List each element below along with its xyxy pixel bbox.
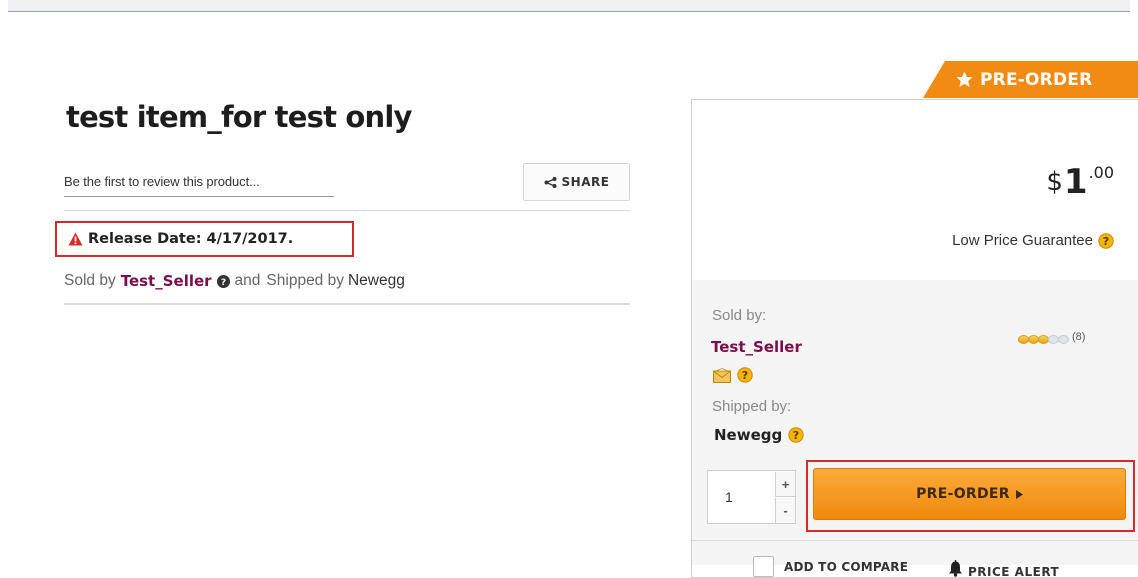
help-icon[interactable]: ? [788,427,804,443]
price-currency: $ [1046,167,1063,197]
share-button[interactable]: SHARE [523,163,630,201]
price-dollars: 1 [1063,162,1088,202]
quantity-input[interactable] [709,472,773,522]
add-to-compare[interactable]: ADD TO COMPARE [753,556,908,577]
divider [64,303,630,305]
low-price-guarantee: Low Price Guarantee ? [952,232,1114,249]
caret-right-icon [1015,489,1023,499]
price-cents: .00 [1088,163,1114,182]
seller-rating[interactable]: (8) [1018,331,1085,344]
shipper: Newegg ? [714,426,804,444]
share-icon [544,176,557,188]
shipped-by-prefix: Shipped by [266,272,344,289]
mail-icon[interactable] [713,367,731,383]
help-icon[interactable]: ? [737,367,753,383]
seller-name-link[interactable]: Test_Seller [711,338,802,356]
preorder-button[interactable]: PRE-ORDER [813,468,1126,520]
bell-icon [949,559,962,577]
review-link[interactable]: Be the first to review this product... [64,174,260,189]
divider [692,540,1138,541]
sold-by-prefix: Sold by [64,272,116,289]
preorder-badge-label: PRE-ORDER [980,69,1093,90]
rating-count: (8) [1072,330,1086,343]
price-alert-label: PRICE ALERT [968,565,1060,578]
warning-icon [68,232,83,246]
sold-shipped-line: Sold by Test_Seller ? and Shipped by New… [64,272,405,290]
header-rule [8,0,1130,12]
price: $ 1 .00 [1046,163,1114,201]
quantity-decrement-button[interactable]: - [775,498,795,523]
seller-icons: ? [713,367,753,383]
sold-by-label: Sold by: [712,307,767,324]
star-icon [956,71,973,87]
low-price-guarantee-label: Low Price Guarantee [952,232,1093,249]
shipper-name: Newegg [347,272,405,289]
release-date-text: Release Date: 4/17/2017. [88,231,294,247]
svg-text:?: ? [220,278,225,288]
rating-egg-empty-icon [1058,335,1069,344]
svg-text:?: ? [742,369,748,382]
seller-link[interactable]: Test_Seller [121,272,212,290]
shipper-name: Newegg [714,426,783,444]
quantity-stepper: + - [707,470,796,524]
preorder-button-label: PRE-ORDER [916,486,1010,502]
preorder-badge: PRE-ORDER [923,61,1138,98]
review-link-underline [64,196,334,197]
question-circle-icon[interactable]: ? [216,274,230,288]
svg-text:?: ? [1103,235,1109,248]
svg-text:?: ? [793,429,799,442]
quantity-increment-button[interactable]: + [775,472,795,497]
and-text: and [234,272,261,289]
compare-checkbox[interactable] [753,556,774,577]
divider [64,210,630,211]
price-alert-button[interactable]: PRICE ALERT [948,557,1059,578]
product-title: test item_for test only [66,100,412,134]
share-label: SHARE [561,175,610,189]
add-to-compare-label: ADD TO COMPARE [784,559,909,574]
release-date-highlight: Release Date: 4/17/2017. [55,221,354,257]
shipped-by-label: Shipped by: [712,398,792,415]
help-icon[interactable]: ? [1098,232,1114,249]
